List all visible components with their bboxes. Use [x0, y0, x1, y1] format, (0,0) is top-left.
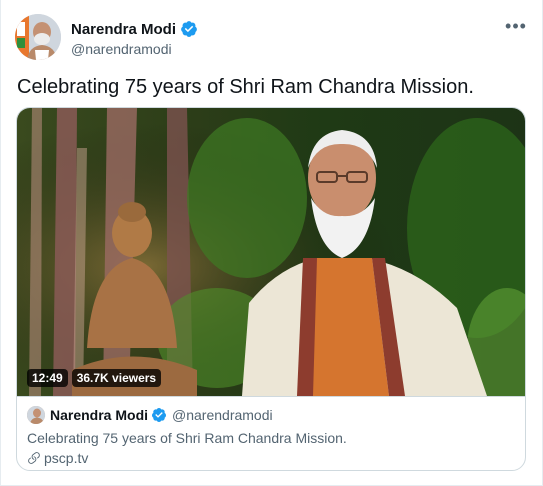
- link-icon: [28, 452, 40, 464]
- card-verified-badge-icon: [152, 408, 167, 422]
- author-handle[interactable]: @narendramodi: [71, 41, 198, 57]
- author-names: Narendra Modi @narendramodi: [71, 19, 198, 57]
- video-thumbnail[interactable]: 12:49 36.7K viewers: [17, 108, 525, 396]
- viewers-badge: 36.7K viewers: [71, 369, 162, 387]
- card-footer[interactable]: Narendra Modi @narendramodi Celebrating …: [17, 396, 525, 470]
- tweet: Narendra Modi @narendramodi ••• Celebrat…: [0, 0, 543, 486]
- card-text: Celebrating 75 years of Shri Ram Chandra…: [27, 430, 347, 446]
- duration-badge: 12:49: [27, 369, 68, 387]
- card-author-handle: @narendramodi: [172, 407, 273, 423]
- author-name[interactable]: Narendra Modi: [71, 21, 176, 38]
- broadcast-card[interactable]: 12:49 36.7K viewers Narendra Modi @naren…: [16, 107, 526, 471]
- card-author-name: Narendra Modi: [50, 407, 149, 423]
- tweet-header: Narendra Modi @narendramodi •••: [15, 14, 528, 62]
- card-link[interactable]: pscp.tv: [27, 450, 517, 466]
- card-author-avatar: [27, 406, 45, 424]
- card-link-text[interactable]: pscp.tv: [44, 450, 88, 466]
- more-horizontal-icon[interactable]: •••: [504, 17, 528, 38]
- media-badges: 12:49 36.7K viewers: [27, 369, 162, 387]
- tweet-text: Celebrating 75 years of Shri Ram Chandra…: [17, 76, 474, 98]
- author-avatar[interactable]: [15, 14, 61, 60]
- verified-badge-icon: [181, 21, 197, 37]
